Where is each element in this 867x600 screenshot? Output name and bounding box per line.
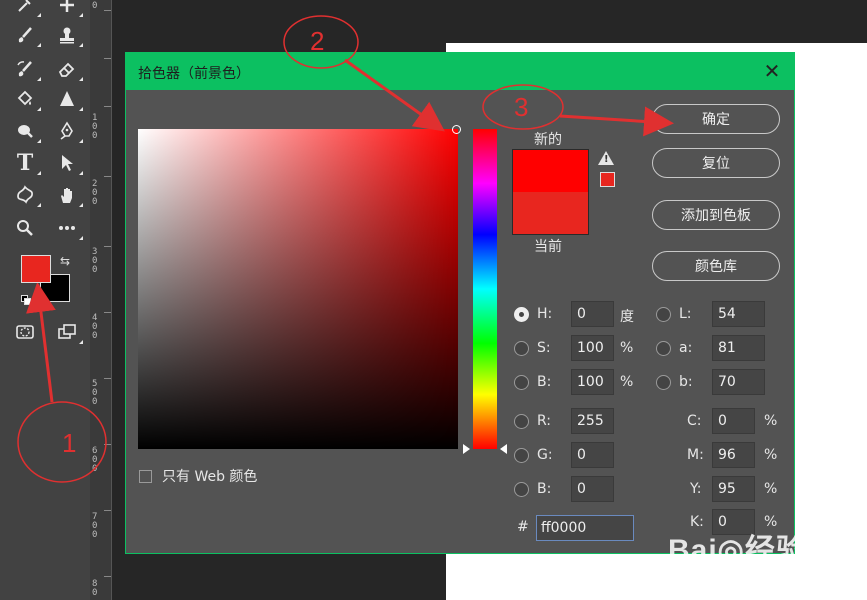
hue-label: H: (537, 306, 553, 322)
brush-icon[interactable] (12, 22, 41, 48)
ruler-label: 5 0 0 (92, 379, 98, 407)
reset-button[interactable]: 复位 (652, 148, 780, 178)
ruler-label: 4 0 0 (92, 313, 98, 341)
hex-label: # (517, 519, 529, 535)
color-picker-dialog: 拾色器（前景色） ✕ 只有 Web 颜色 新的 当前 ! 确定 复位 添加到色板… (125, 52, 795, 554)
current-color-swatch[interactable] (512, 192, 589, 235)
warning-exclamation: ! (604, 154, 609, 165)
brightness-label: B: (537, 374, 552, 390)
paint-bucket-icon[interactable] (12, 86, 41, 112)
add-to-swatches-button[interactable]: 添加到色板 (652, 200, 780, 230)
magenta-label: M: (687, 447, 704, 463)
yellow-input[interactable]: 95 (712, 476, 755, 502)
close-icon[interactable]: ✕ (760, 59, 784, 83)
foreground-color-swatch[interactable] (21, 255, 51, 283)
ruler-label: 6 0 0 (92, 446, 98, 474)
zoom-icon[interactable] (12, 215, 38, 241)
hue-input[interactable]: 0 (571, 301, 614, 327)
brightness-input[interactable]: 100 (571, 369, 614, 395)
ruler-label: 0 (92, 1, 98, 11)
brightness-unit: % (620, 374, 634, 390)
healing-icon[interactable] (54, 0, 83, 18)
ruler-label: 2 0 0 (92, 179, 98, 207)
sharpen-icon[interactable] (54, 86, 83, 112)
lightness-label: L: (679, 306, 692, 322)
hue-radio[interactable] (514, 307, 529, 322)
blue-label: B: (537, 481, 552, 497)
selection-arrow-icon[interactable] (54, 150, 83, 176)
lightness-radio[interactable] (656, 307, 671, 322)
hex-color-input[interactable]: ff0000 (536, 515, 634, 541)
pen-icon[interactable] (54, 118, 83, 144)
custom-shape-icon[interactable] (12, 182, 41, 208)
cyan-input[interactable]: 0 (712, 408, 755, 434)
new-color-swatch (512, 149, 589, 192)
green-input[interactable]: 0 (571, 442, 614, 468)
color-selection-marker[interactable] (452, 125, 461, 134)
hue-unit: 度 (620, 309, 634, 325)
ruler-label: 3 0 0 (92, 247, 98, 275)
default-colors-icon[interactable] (21, 295, 31, 305)
brightness-radio[interactable] (514, 375, 529, 390)
b-channel-input[interactable]: 70 (712, 369, 765, 395)
ok-button[interactable]: 确定 (652, 104, 780, 134)
history-brush-icon[interactable] (12, 56, 41, 82)
eraser-icon[interactable] (54, 56, 83, 82)
stamp-icon[interactable] (54, 22, 83, 48)
checkbox-box[interactable] (139, 469, 152, 483)
ruler-label: 7 0 0 (92, 512, 98, 540)
green-radio[interactable] (514, 448, 529, 463)
saturation-unit: % (620, 340, 634, 356)
hue-slider[interactable] (473, 129, 497, 449)
dodge-icon[interactable] (12, 118, 41, 144)
gamut-correction-swatch[interactable] (600, 172, 615, 187)
watermark-url: jingyan.baidu.com (670, 563, 767, 577)
ruler-label: 1 0 0 (92, 113, 98, 141)
yellow-unit: % (764, 481, 778, 497)
saturation-input[interactable]: 100 (571, 335, 614, 361)
new-color-label: 新的 (534, 132, 562, 148)
swap-colors-icon[interactable]: ⇆ (60, 254, 70, 268)
blue-radio[interactable] (514, 482, 529, 497)
a-channel-input[interactable]: 81 (712, 335, 765, 361)
baidu-jingyan-watermark: Bai◎经验 jingyan.baidu.com (660, 505, 860, 595)
green-label: G: (537, 447, 553, 463)
web-colors-only-label: 只有 Web 颜色 (162, 469, 258, 485)
magenta-unit: % (764, 447, 778, 463)
type-icon[interactable]: T (12, 150, 41, 176)
b-channel-radio[interactable] (656, 375, 671, 390)
vertical-ruler: 0 1 0 0 2 0 0 3 0 0 4 0 0 5 0 0 6 0 0 7 … (90, 0, 112, 600)
hue-slider-right-handle[interactable] (500, 444, 507, 454)
color-libraries-button[interactable]: 颜色库 (652, 251, 780, 281)
ruler-label: 8 0 (92, 579, 98, 598)
lightness-input[interactable]: 54 (712, 301, 765, 327)
more-icon[interactable] (54, 215, 83, 241)
eyedropper-icon[interactable] (12, 0, 41, 18)
hand-icon[interactable] (54, 182, 83, 208)
cyan-unit: % (764, 413, 778, 429)
current-color-label: 当前 (534, 239, 562, 255)
web-colors-only-checkbox[interactable]: 只有 Web 颜色 (139, 466, 257, 486)
tools-panel: T ⇆ (0, 0, 90, 600)
magenta-input[interactable]: 96 (712, 442, 755, 468)
cyan-label: C: (687, 413, 702, 429)
screen-mode-icon[interactable] (54, 319, 83, 345)
hue-slider-left-handle[interactable] (463, 444, 470, 454)
b-channel-label: b: (679, 374, 693, 390)
yellow-label: Y: (690, 481, 702, 497)
red-input[interactable]: 255 (571, 408, 614, 434)
quick-mask-icon[interactable] (12, 319, 38, 345)
a-channel-label: a: (679, 340, 693, 356)
red-radio[interactable] (514, 414, 529, 429)
saturation-radio[interactable] (514, 341, 529, 356)
red-label: R: (537, 413, 552, 429)
dialog-title-bar[interactable]: 拾色器（前景色） ✕ (126, 53, 794, 90)
dialog-title: 拾色器（前景色） (138, 66, 250, 82)
a-channel-radio[interactable] (656, 341, 671, 356)
saturation-label: S: (537, 340, 551, 356)
blue-input[interactable]: 0 (571, 476, 614, 502)
saturation-brightness-field[interactable] (138, 129, 458, 449)
